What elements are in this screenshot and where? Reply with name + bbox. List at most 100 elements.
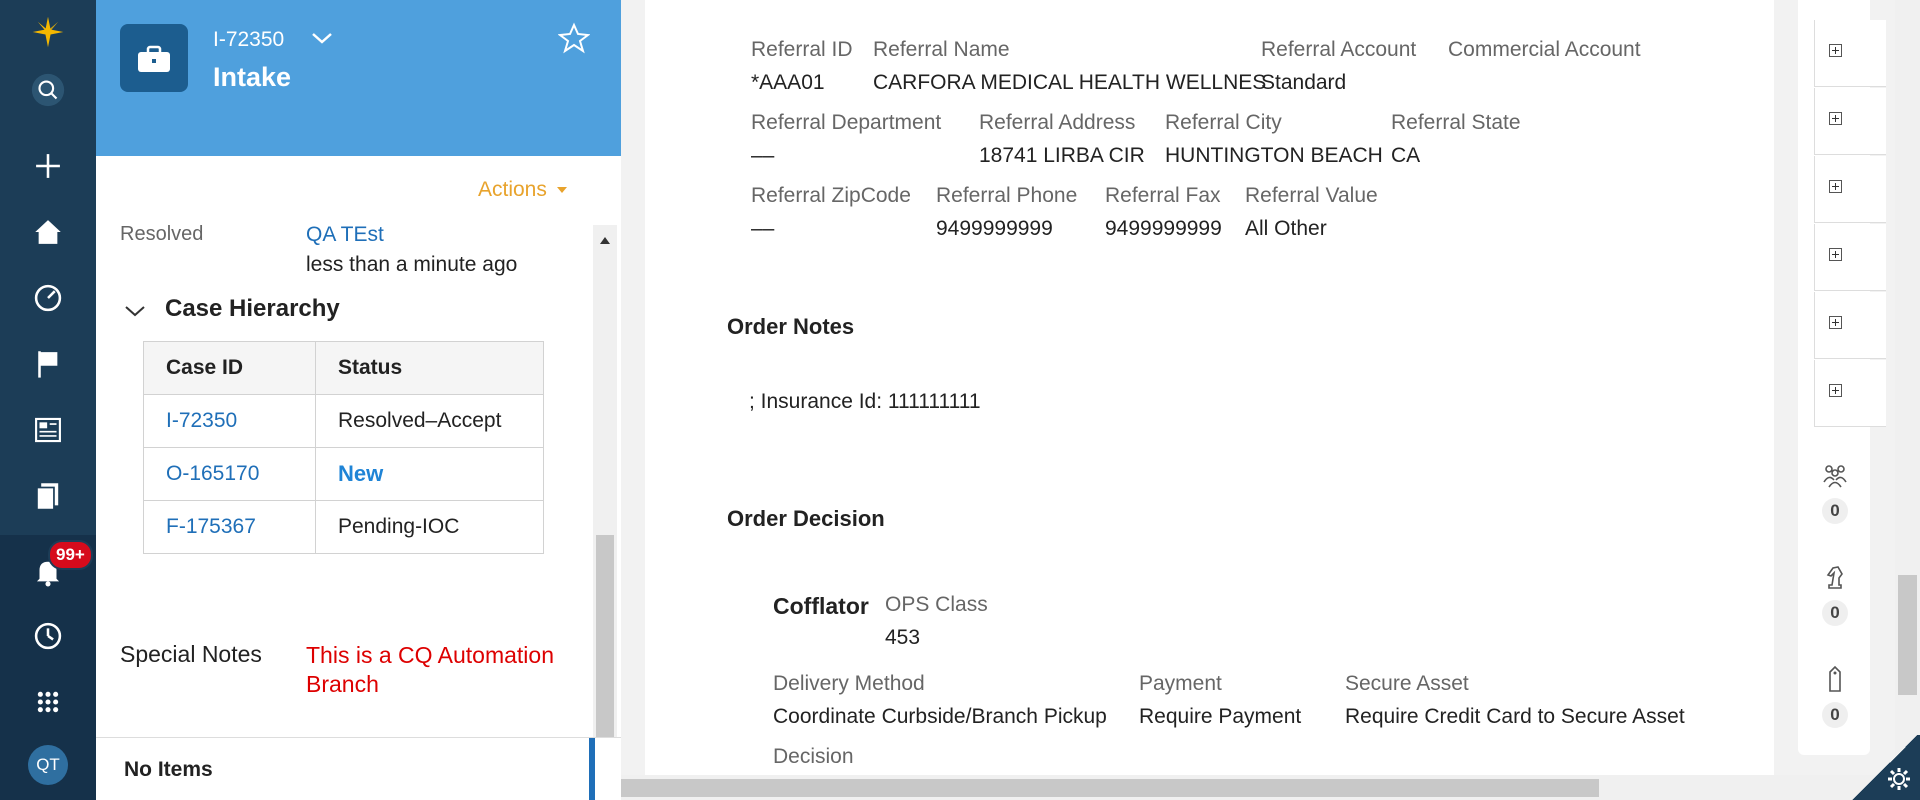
- referral-state-field: Referral State CA: [1391, 111, 1521, 168]
- page-scrollbar[interactable]: [1895, 0, 1920, 775]
- field-value: Coordinate Curbside/Branch Pickup: [773, 705, 1107, 728]
- resolved-by-link[interactable]: QA TEst: [306, 225, 384, 247]
- tags-count: 0: [1822, 702, 1848, 728]
- field-label: Referral Fax: [1105, 184, 1221, 207]
- home-icon[interactable]: [24, 208, 72, 256]
- briefcase-icon: [120, 24, 188, 92]
- documents-icon[interactable]: [24, 472, 72, 520]
- case-summary-panel: I-72350 Intake Actions Resolved QA TEst …: [96, 0, 621, 800]
- referral-fax-field: Referral Fax 9499999999: [1105, 184, 1222, 241]
- nav-rail: 99+ QT: [0, 0, 96, 800]
- field-label: Referral Phone: [936, 184, 1078, 207]
- field-value: 9499999999: [1105, 217, 1222, 240]
- field-value: ––: [751, 144, 775, 167]
- table-row: I-72350 Resolved–Accept: [143, 394, 544, 448]
- case-menu-chevron-down-icon[interactable]: [309, 28, 335, 48]
- actions-label: Actions: [478, 178, 547, 201]
- tag-icon[interactable]: [1820, 664, 1850, 694]
- favorite-star-icon[interactable]: [558, 22, 590, 54]
- main-content-area: Referral ID *AAA01 Referral Name CARFORA…: [621, 0, 1778, 775]
- table-row: O-165170 New: [143, 447, 544, 501]
- settings-gear-icon[interactable]: [1885, 765, 1913, 793]
- dashboard-gauge-icon[interactable]: [24, 274, 72, 322]
- referral-id-field: Referral ID *AAA01: [751, 38, 853, 95]
- field-value: Standard: [1261, 71, 1347, 94]
- case-hierarchy-chevron-down-icon[interactable]: [124, 303, 146, 319]
- field-value: 18741 LIRBA CIR: [979, 144, 1145, 167]
- field-label: Referral ZipCode: [751, 184, 911, 207]
- table-row: F-175367 Pending-IOC: [143, 500, 544, 554]
- column-header-case-id: Case ID: [143, 341, 316, 395]
- tasks-count: 0: [1822, 600, 1848, 626]
- utility-tray: No Items: [96, 737, 621, 800]
- user-avatar[interactable]: QT: [28, 745, 68, 785]
- secure-asset-field: Secure Asset Require Credit Card to Secu…: [1345, 672, 1685, 729]
- field-label: Referral City: [1165, 111, 1282, 134]
- utility-rail: [1798, 0, 1886, 755]
- field-value: All Other: [1245, 217, 1327, 240]
- actions-caret-icon: [556, 187, 567, 194]
- create-plus-icon[interactable]: [24, 142, 72, 190]
- referral-zipcode-field: Referral ZipCode ––: [751, 184, 911, 241]
- expand-plus-icon: [1829, 44, 1842, 57]
- news-feed-icon[interactable]: [24, 406, 72, 454]
- field-label: Secure Asset: [1345, 672, 1469, 695]
- history-clock-icon[interactable]: [24, 612, 72, 660]
- expand-section-button[interactable]: [1814, 156, 1886, 223]
- field-value: CA: [1391, 144, 1421, 167]
- referral-department-field: Referral Department ––: [751, 111, 941, 168]
- expand-plus-icon: [1829, 112, 1842, 125]
- case-type-title: Intake: [213, 62, 292, 92]
- case-id-link[interactable]: O-165170: [143, 447, 316, 501]
- followers-count: 0: [1822, 498, 1848, 524]
- case-id: I-72350: [213, 28, 285, 51]
- actions-menu-button[interactable]: Actions: [478, 178, 567, 202]
- field-label: Referral Address: [979, 111, 1136, 134]
- field-value: 453: [885, 626, 921, 649]
- app-launcher-grid-icon[interactable]: [24, 678, 72, 726]
- field-value: HUNTINGTON BEACH: [1165, 144, 1383, 167]
- flag-icon[interactable]: [24, 340, 72, 388]
- expand-section-button[interactable]: [1814, 292, 1886, 359]
- no-items-label: No Items: [124, 758, 213, 781]
- special-notes-value: This is a CQ Automation Branch: [306, 642, 554, 697]
- resolved-time: less than a minute ago: [306, 253, 518, 276]
- expand-section-button[interactable]: [1814, 20, 1886, 87]
- expand-section-button[interactable]: [1814, 88, 1886, 155]
- field-label: Payment: [1139, 672, 1222, 695]
- case-status: New: [315, 447, 544, 501]
- case-id-link[interactable]: I-72350: [143, 394, 316, 448]
- scroll-up-arrow-icon[interactable]: [600, 237, 610, 244]
- column-header-status: Status: [315, 341, 544, 395]
- expand-plus-icon: [1829, 384, 1842, 397]
- expand-section-button[interactable]: [1814, 224, 1886, 291]
- field-value: ––: [751, 217, 775, 240]
- field-label: Referral ID: [751, 38, 853, 61]
- expand-plus-icon: [1829, 316, 1842, 329]
- case-panel-scrollbar[interactable]: [593, 225, 617, 737]
- followers-group-icon[interactable]: [1820, 460, 1850, 490]
- field-value: Require Credit Card to Secure Asset: [1345, 705, 1685, 728]
- scrollbar-thumb[interactable]: [596, 535, 614, 737]
- case-hierarchy-title[interactable]: Case Hierarchy: [165, 295, 340, 323]
- field-label: Commercial Account: [1448, 38, 1641, 61]
- app-logo-icon[interactable]: [24, 8, 72, 56]
- search-icon[interactable]: [24, 66, 72, 114]
- chess-knight-icon[interactable]: [1820, 562, 1850, 592]
- referral-city-field: Referral City HUNTINGTON BEACH: [1165, 111, 1383, 168]
- case-id-link[interactable]: F-175367: [143, 500, 316, 554]
- page-scrollbar-thumb[interactable]: [1898, 575, 1917, 695]
- decision-field: Decision: [773, 745, 854, 769]
- case-hierarchy-table: Case ID Status I-72350 Resolved–Accept O…: [143, 341, 544, 554]
- referral-phone-field: Referral Phone 9499999999: [936, 184, 1077, 241]
- decision-item-name: Cofflator: [773, 593, 869, 619]
- field-value: Require Payment: [1139, 705, 1302, 728]
- expand-section-button[interactable]: [1814, 360, 1886, 427]
- payment-field: Payment Require Payment: [1139, 672, 1301, 729]
- expand-plus-icon: [1829, 180, 1842, 193]
- horizontal-scrollbar[interactable]: [621, 775, 1920, 800]
- field-label: Referral Value: [1245, 184, 1378, 207]
- case-status: Pending-IOC: [315, 500, 544, 554]
- horizontal-scrollbar-thumb[interactable]: [621, 779, 1599, 797]
- field-label: Referral State: [1391, 111, 1521, 134]
